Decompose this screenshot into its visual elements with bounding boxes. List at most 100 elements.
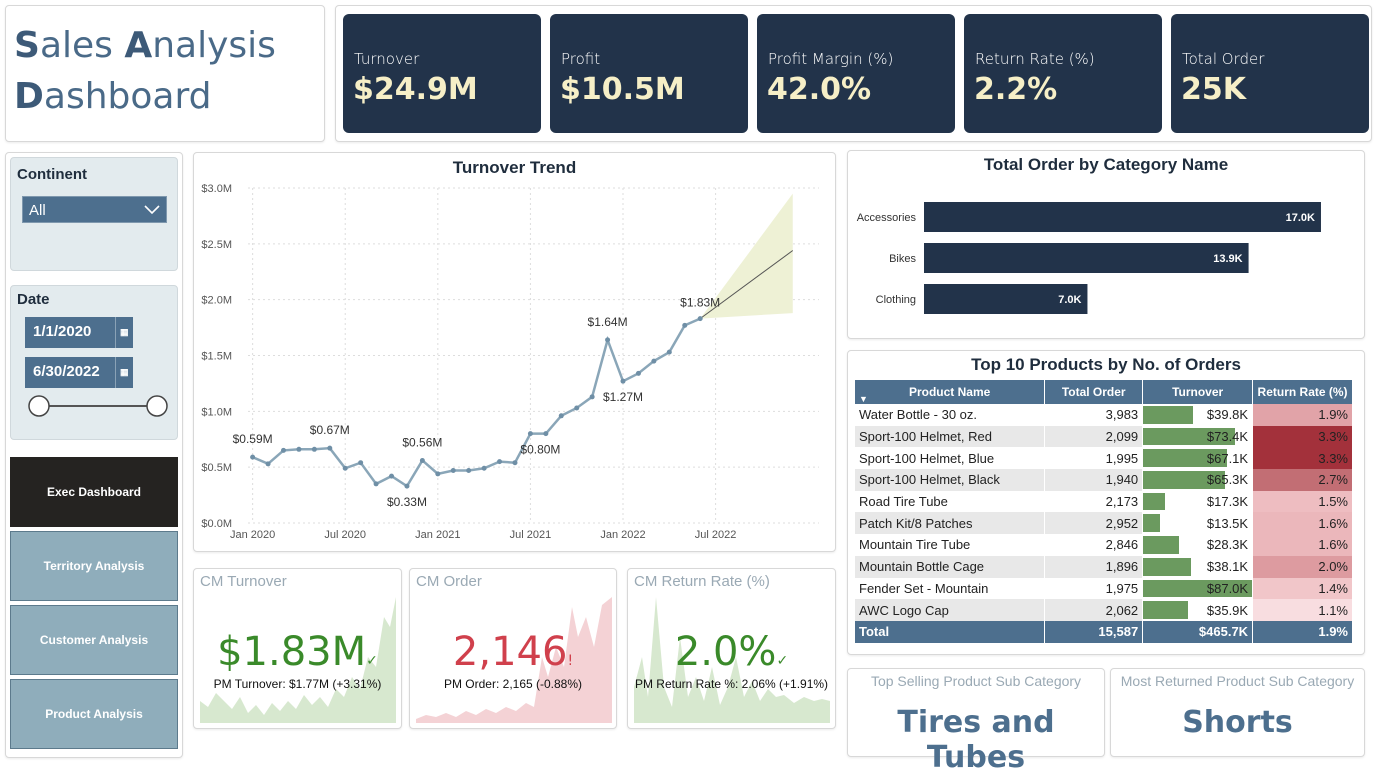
bar-value-label: 7.0K	[1058, 294, 1081, 306]
category-orders-panel: Total Order by Category Name Accessories…	[847, 150, 1365, 339]
top-products-table: Product Name ▼ Total Order Turnover Retur…	[855, 380, 1353, 643]
kpi-label: Return Rate (%)	[975, 50, 1095, 68]
product-name-cell: Mountain Bottle Cage	[855, 555, 1046, 578]
slider-handle-end[interactable]	[146, 395, 168, 417]
table-row[interactable]: Mountain Bottle Cage 1,896 $38.1K 2.0%	[855, 555, 1353, 578]
category-label: Bikes	[889, 253, 916, 265]
product-name-cell: Patch Kit/8 Patches	[855, 512, 1046, 535]
return-rate-cell: 1.5%	[1252, 490, 1353, 513]
y-tick-label: $3.0M	[201, 183, 232, 195]
date-to-input[interactable]: 6/30/2022 ▦	[25, 357, 133, 388]
table-row[interactable]: Mountain Tire Tube 2,846 $28.3K 1.6%	[855, 534, 1353, 556]
sort-desc-icon[interactable]: ▼	[859, 394, 868, 404]
table-row[interactable]: AWC Logo Cap 2,062 $35.9K 1.1%	[855, 599, 1353, 621]
data-label: $0.67M	[310, 423, 350, 437]
x-tick-label: Jan 2021	[415, 529, 460, 541]
card-value: Shorts	[1182, 705, 1293, 740]
total-order-cell: 1,896	[1044, 555, 1144, 578]
total-return-rate: 1.9%	[1252, 620, 1353, 643]
turnover-cell: $87.0K	[1142, 577, 1254, 600]
calendar-icon[interactable]: ▦	[115, 357, 133, 388]
turnover-value: $39.8K	[1206, 407, 1249, 423]
turnover-data-point	[358, 460, 364, 466]
nav-exec-dashboard[interactable]: Exec Dashboard	[10, 457, 178, 527]
data-label: $0.80M	[520, 443, 560, 457]
table-row[interactable]: Sport-100 Helmet, Red 2,099 $73.4K 3.3%	[855, 425, 1353, 448]
product-name-cell: Fender Set - Mountain	[855, 577, 1046, 600]
nav-territory-analysis[interactable]: Territory Analysis	[10, 531, 178, 601]
return-rate-cell: 2.0%	[1252, 555, 1353, 578]
turnover-cell: $28.3K	[1142, 534, 1254, 556]
return-rate-cell: 1.9%	[1252, 404, 1353, 426]
card-title: Top Selling Product Sub Category	[870, 673, 1082, 689]
table-row[interactable]: Road Tire Tube 2,173 $17.3K 1.5%	[855, 490, 1353, 513]
kpi-value: 25K	[1181, 72, 1246, 107]
y-tick-label: $2.0M	[201, 295, 232, 307]
total-order-cell: 1,975	[1044, 577, 1144, 600]
kpi-card-turnover: Turnover $24.9M	[343, 14, 541, 133]
turnover-data-point	[481, 465, 487, 471]
card-title: Most Returned Product Sub Category	[1120, 673, 1355, 689]
nav-customer-analysis[interactable]: Customer Analysis	[10, 605, 178, 675]
turnover-data-point	[265, 461, 271, 467]
turnover-data-point	[419, 457, 425, 463]
chevron-down-icon	[144, 205, 160, 215]
calendar-icon[interactable]: ▦	[115, 317, 133, 348]
table-row[interactable]: Patch Kit/8 Patches 2,952 $13.5K 1.6%	[855, 512, 1353, 535]
turnover-trend-chart: $0.0M $0.5M $1.0M $1.5M $2.0M $2.5M $3.0M Jan 2…	[201, 183, 819, 541]
turnover-value: $73.4K	[1206, 429, 1249, 445]
turnover-data-point	[512, 460, 518, 466]
return-rate-cell: 3.3%	[1252, 425, 1353, 448]
data-label: $1.64M	[588, 315, 628, 329]
top-selling-subcategory-card: Top Selling Product Sub Category Tires a…	[847, 668, 1105, 775]
slider-handle-start[interactable]	[28, 395, 50, 417]
turnover-value: $67.1K	[1206, 450, 1249, 466]
return-rate-cell: 1.4%	[1252, 577, 1353, 600]
dashboard-title-panel: Sales Analysis Dashboard	[5, 5, 325, 142]
turnover-data-point	[435, 471, 441, 477]
turnover-data-point	[450, 468, 456, 474]
turnover-data-point	[296, 446, 302, 452]
x-tick-label: Jan 2020	[230, 529, 275, 541]
bar-value-label: 17.0K	[1286, 212, 1315, 224]
kpi-card-profit: Profit $10.5M	[550, 14, 748, 133]
table-row[interactable]: Fender Set - Mountain 1,975 $87.0K 1.4%	[855, 577, 1353, 600]
kpi-label: Turnover	[354, 50, 420, 68]
kpi-value: $10.5M	[560, 72, 685, 107]
column-header-total-order[interactable]: Total Order	[1044, 380, 1144, 404]
turnover-data-point	[682, 322, 688, 328]
return-rate-cell: 2.7%	[1252, 469, 1353, 491]
table-row[interactable]: Sport-100 Helmet, Black 1,940 $65.3K 2.7%	[855, 469, 1353, 491]
product-name-cell: Sport-100 Helmet, Black	[855, 469, 1046, 491]
column-header-product-name[interactable]: Product Name ▼	[855, 380, 1046, 404]
category-bar[interactable]	[924, 202, 1321, 232]
turnover-data-point	[589, 394, 595, 400]
continent-label: Continent	[17, 166, 87, 183]
continent-value: All	[29, 202, 46, 219]
category-label: Accessories	[857, 212, 917, 224]
turnover-data-point	[342, 465, 348, 471]
nav-product-analysis[interactable]: Product Analysis	[10, 679, 178, 749]
date-label: Date	[17, 291, 50, 308]
total-order-cell: 3,983	[1044, 404, 1144, 426]
data-label: $1.83M	[680, 296, 720, 310]
total-order-cell: 2,173	[1044, 490, 1144, 513]
continent-dropdown[interactable]: All	[22, 196, 167, 223]
table-row[interactable]: Sport-100 Helmet, Blue 1,995 $67.1K 3.3%	[855, 447, 1353, 470]
turnover-data-point	[250, 454, 256, 460]
date-to-value: 6/30/2022	[33, 363, 100, 380]
date-from-value: 1/1/2020	[33, 323, 92, 340]
status-alert-icon: !	[567, 653, 574, 669]
turnover-data-point	[605, 337, 611, 343]
date-range-slider[interactable]	[25, 392, 171, 422]
column-header-turnover[interactable]: Turnover	[1142, 380, 1254, 404]
x-tick-label: Jul 2022	[695, 529, 737, 541]
date-from-input[interactable]: 1/1/2020 ▦	[25, 317, 133, 348]
data-label: $0.59M	[233, 432, 273, 446]
column-header-return-rate[interactable]: Return Rate (%)	[1252, 380, 1353, 404]
category-bar[interactable]	[924, 243, 1249, 273]
turnover-value: $13.5K	[1206, 515, 1249, 531]
table-row[interactable]: Water Bottle - 30 oz. 3,983 $39.8K 1.9%	[855, 404, 1353, 426]
y-tick-label: $0.5M	[201, 462, 232, 474]
kpi-value: 42.0%	[767, 72, 872, 107]
